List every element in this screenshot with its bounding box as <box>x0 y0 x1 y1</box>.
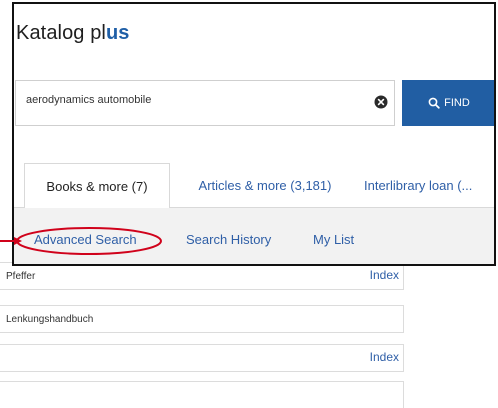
my-list-link[interactable]: My List <box>313 232 354 247</box>
result-row: Index <box>0 344 404 372</box>
background-page <box>0 0 12 230</box>
tab-label: Interlibrary loan (... <box>364 177 473 193</box>
result-row-text: Pfeffer <box>6 271 36 282</box>
highlight-ellipse <box>16 227 162 255</box>
result-row <box>0 381 404 408</box>
tab-label: Articles & more (3,181) <box>198 177 332 193</box>
brand-logo[interactable]: Katalog plus <box>16 22 130 45</box>
arrow-right-icon <box>0 237 22 245</box>
find-label: FIND <box>444 97 470 109</box>
tab-books[interactable]: Books & more (7) <box>24 163 170 208</box>
find-button[interactable]: FIND <box>402 80 494 126</box>
tab-articles[interactable]: Articles & more (3,181) <box>180 163 350 207</box>
index-link[interactable]: Index <box>370 350 399 364</box>
index-link[interactable]: Index <box>370 268 399 282</box>
search-box <box>15 80 395 126</box>
search-input[interactable] <box>24 93 328 107</box>
search-icon <box>428 97 440 109</box>
tab-interlibrary-loan[interactable]: Interlibrary loan (... <box>364 163 494 207</box>
screenshot-stage: Pfeffer Index Lenkungshandbuch Index Kat… <box>0 0 498 408</box>
tab-bar: Books & more (7) Articles & more (3,181)… <box>14 163 494 208</box>
result-row: Pfeffer Index <box>0 262 404 290</box>
brand-prefix: Katalog pl <box>16 22 106 44</box>
result-row: Lenkungshandbuch <box>0 305 404 333</box>
result-row-text: Lenkungshandbuch <box>6 314 94 325</box>
brand-accent: us <box>105 22 130 44</box>
tab-label: Books & more (7) <box>46 178 148 194</box>
circle-x-icon[interactable] <box>374 95 388 109</box>
search-history-link[interactable]: Search History <box>186 232 271 247</box>
